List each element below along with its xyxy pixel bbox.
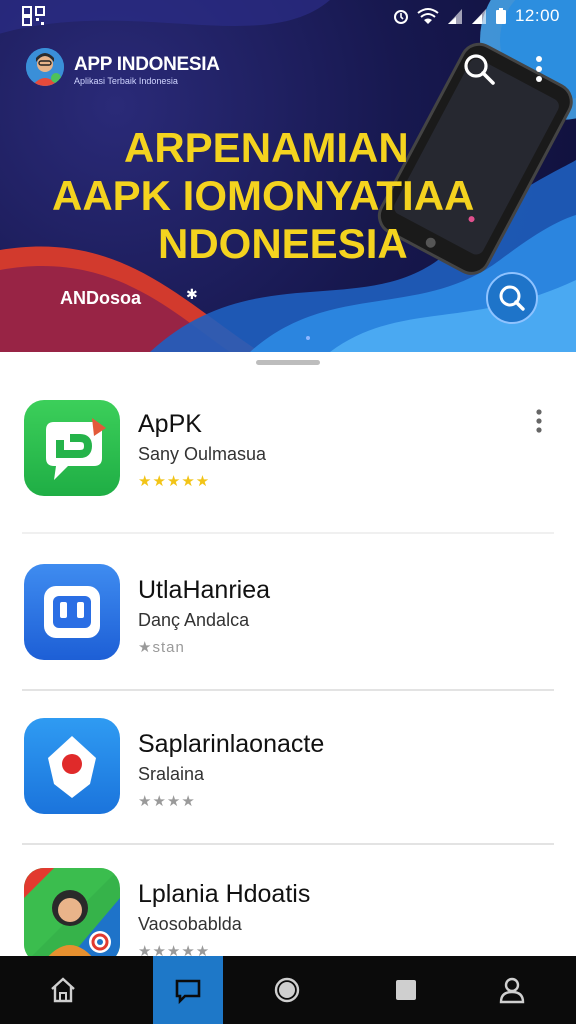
list-item[interactable]: ApPK Sany Oulmasua ★★★★★ (0, 400, 576, 520)
status-icons: 12:00 (393, 6, 560, 26)
home-icon (51, 977, 75, 1003)
nav-circle[interactable] (252, 956, 322, 1024)
drag-handle[interactable] (256, 360, 320, 365)
square-app-icon (24, 564, 120, 660)
app-list-sheet: ApPK Sany Oulmasua ★★★★★ UtlaHanriea Dan… (0, 352, 576, 964)
signal-icon (471, 9, 486, 24)
app-name: Lplania Hdoatis (138, 880, 311, 908)
list-item[interactable]: Lplania Hdoatis Vaosobablda ★★★★★ (0, 868, 576, 964)
app-icon-graphic (24, 400, 120, 496)
qr-code-icon (22, 6, 45, 26)
app-developer: Sralaina (138, 764, 205, 784)
nav-chat[interactable] (153, 956, 223, 1024)
square-icon (396, 980, 416, 1000)
app-developer: Danç Andalca (138, 610, 250, 630)
app-name: UtlaHanriea (138, 576, 271, 604)
nav-home[interactable] (28, 956, 98, 1024)
circle-icon (274, 977, 300, 1003)
app-developer: Vaosobablda (138, 914, 242, 934)
wifi-icon (417, 8, 439, 24)
app-icon-graphic (24, 868, 120, 964)
profile-icon (499, 977, 525, 1004)
app-name: Saplarinlaonacte (138, 730, 325, 758)
more-vert-icon[interactable] (526, 50, 552, 88)
list-item[interactable]: Saplarinlaonacte Sralaina ★★★★ (0, 718, 576, 818)
location-pin-app-icon (24, 718, 120, 814)
search-icon[interactable] (460, 50, 498, 88)
brand-avatar-icon (26, 48, 64, 86)
app-icon-graphic (24, 718, 120, 814)
app-store-screen: 12:00 APP INDONESIA Aplikasi Terbaik Ind… (0, 0, 576, 1024)
hero-headline-line: ARPENAMIAN (124, 124, 409, 171)
hero-banner[interactable]: 12:00 APP INDONESIA Aplikasi Terbaik Ind… (0, 0, 576, 352)
hero-headline-line: AAPK IOMONYATIAA (52, 172, 475, 219)
battery-icon (495, 8, 506, 24)
status-bar: 12:00 (0, 0, 576, 32)
app-rating: ★stan (138, 639, 185, 656)
brand-logo[interactable] (26, 48, 64, 86)
app-title: APP INDONESIA (74, 54, 220, 75)
sparkle-icon: ✱ (186, 286, 198, 302)
hero-search-button[interactable] (486, 272, 538, 324)
nav-square[interactable] (371, 956, 441, 1024)
signal-icon (447, 9, 462, 24)
nav-profile[interactable] (477, 956, 547, 1024)
hero-headline-line: NDONEESIA (158, 220, 408, 267)
more-vert-icon[interactable] (528, 406, 550, 436)
alarm-icon (393, 10, 408, 24)
app-subtitle: Aplikasi Terbaik Indonesia (74, 76, 178, 86)
search-icon (499, 285, 525, 311)
bottom-navigation (0, 956, 576, 1024)
status-time: 12:00 (514, 6, 560, 25)
app-rating: ★★★★ (138, 793, 196, 810)
divider (22, 532, 554, 534)
chat-bubble-app-icon (24, 400, 120, 496)
app-rating: ★★★★★ (138, 473, 211, 490)
list-item[interactable]: UtlaHanriea Danç Andalca ★stan (0, 564, 576, 664)
chat-icon (175, 979, 201, 1005)
divider (22, 843, 554, 845)
app-icon-graphic (24, 564, 120, 660)
app-developer: Sany Oulmasua (138, 444, 267, 464)
hero-tag: ANDosoa (60, 288, 142, 308)
app-bar: APP INDONESIA Aplikasi Terbaik Indonesia (0, 40, 576, 96)
app-name: ApPK (138, 410, 202, 438)
portrait-app-icon (24, 868, 120, 964)
divider (22, 689, 554, 691)
